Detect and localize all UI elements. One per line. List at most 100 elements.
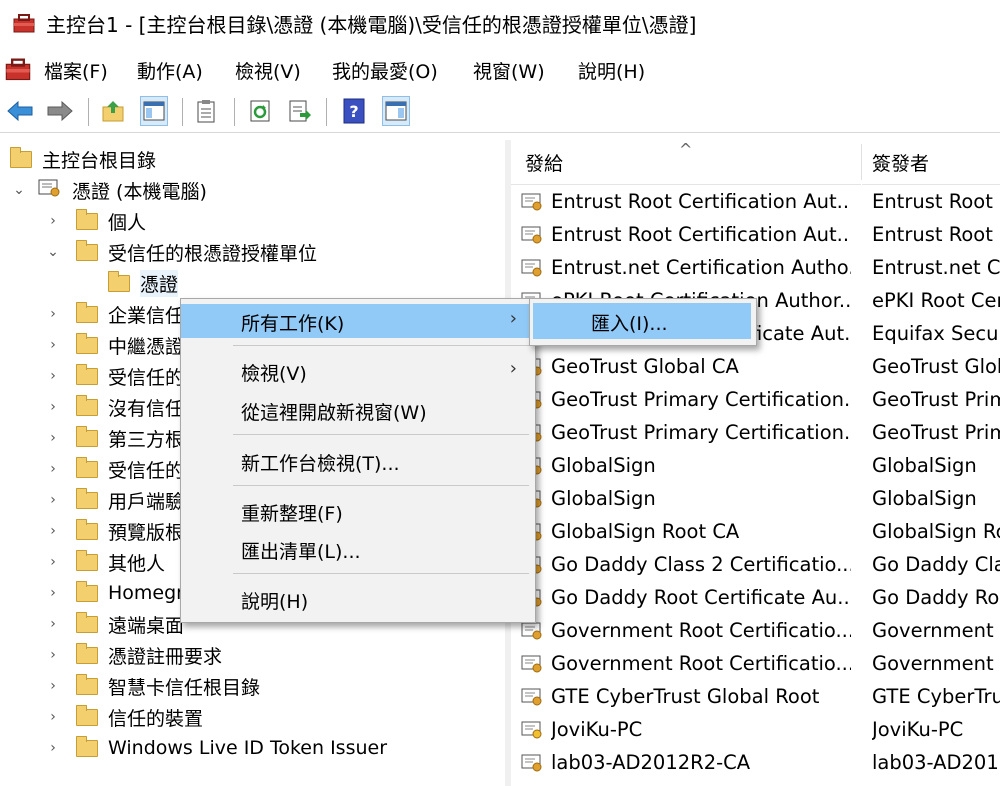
properties-icon[interactable] [192,96,220,126]
toolbar-separator [182,98,183,126]
ctx-view[interactable]: 檢視(V) › [181,354,535,388]
chevron-right-icon[interactable]: › [46,671,60,701]
chevron-right-icon[interactable]: › [46,454,60,484]
menu-file[interactable]: 檔案(F) [44,57,108,84]
ctx-all-tasks[interactable]: 所有工作(K) › [181,304,535,338]
certificate-row[interactable]: JoviKu-PC JoviKu-PC [511,714,1000,747]
tree-item-other-people[interactable]: › 其他人 [0,547,165,577]
chevron-right-icon[interactable]: › [46,485,60,515]
cell-issued-by: GlobalSign [872,454,977,477]
column-header-issued-by[interactable]: 簽發者 [862,140,1000,185]
tree-item-smart-card-trusted-roots[interactable]: › 智慧卡信任根目錄 [0,671,260,701]
certificate-row[interactable]: Entrust Root Certification Aut... Entrust… [511,186,1000,219]
certificate-icon [521,226,543,244]
cell-issued-to: Go Daddy Root Certificate Au... [551,586,851,609]
tree-item-remote-desktop[interactable]: › 遠端桌面 [0,609,184,639]
chevron-right-icon[interactable]: › [46,640,60,670]
refresh-icon[interactable] [246,96,274,126]
cell-issued-by: JoviKu-PC [872,718,964,741]
all-tasks-submenu: 匯入(I)... [529,298,757,346]
certificate-row[interactable]: GeoTrust Primary Certification... GeoTrus… [511,417,1000,450]
chevron-right-icon[interactable]: › [46,547,60,577]
certificate-row[interactable]: GeoTrust Global CA GeoTrust Global CA [511,351,1000,384]
cell-issued-to: Government Root Certificatio... [551,652,851,675]
tree-item-certificates[interactable]: 憑證 [0,268,179,298]
cell-issued-to: GeoTrust Primary Certification... [551,388,851,411]
certificate-row[interactable]: GlobalSign GlobalSign [511,450,1000,483]
ctx-new-window-from-here[interactable]: 從這裡開啟新視窗(W) [181,393,535,427]
chevron-right-icon[interactable]: › [46,330,60,360]
certificate-row[interactable]: GlobalSign GlobalSign [511,483,1000,516]
up-folder-icon[interactable] [100,96,128,126]
certificate-icon [521,193,543,211]
context-menu: 所有工作(K) › 檢視(V) › 從這裡開啟新視窗(W) 新工作台檢視(T).… [180,298,536,623]
chevron-right-icon[interactable]: › [46,578,60,608]
show-hide-tree-icon[interactable] [140,96,168,126]
cell-issued-by: GlobalSign Root CA [872,520,1000,543]
folder-icon [76,363,98,385]
ctx-new-taskpad-view[interactable]: 新工作台檢視(T)... [181,444,535,478]
tree-item-label: 智慧卡信任根目錄 [108,676,261,699]
chevron-right-icon[interactable]: › [46,392,60,422]
certificate-row[interactable]: Government Root Certificatio... Governmen… [511,615,1000,648]
certificate-row[interactable]: GlobalSign Root CA GlobalSign Root CA [511,516,1000,549]
chevron-right-icon[interactable]: › [46,299,60,329]
menu-window[interactable]: 視窗(W) [473,57,545,84]
ctx-help[interactable]: 說明(H) [181,582,535,616]
submenu-import[interactable]: 匯入(I)... [533,303,751,339]
cell-issued-to: lab03-AD2012R2-CA [551,751,751,774]
chevron-right-icon[interactable]: › [46,206,60,236]
certificate-row[interactable]: Go Daddy Class 2 Certificatio... Go Daddy… [511,549,1000,582]
forward-arrow-icon[interactable] [46,96,74,126]
certificate-row[interactable]: GTE CyberTrust Global Root GTE CyberTrust… [511,681,1000,714]
cell-issued-by: GeoTrust Primary Certification Authority [872,388,1000,411]
export-list-icon[interactable] [286,96,314,126]
certificate-row[interactable]: lab03-AD2012R2-CA lab03-AD2012R2-CA [511,747,1000,780]
folder-icon [76,239,98,261]
back-arrow-icon[interactable] [6,96,34,126]
tree-item-trusted-root-ca[interactable]: ⌄ 受信任的根憑證授權單位 [0,237,317,267]
cell-issued-to: Entrust Root Certification Aut... [551,190,851,213]
certificate-row[interactable]: Entrust Root Certification Aut... Entrust… [511,219,1000,252]
chevron-right-icon[interactable]: › [46,361,60,391]
chevron-right-icon[interactable]: › [46,702,60,732]
tree-item-trusted-people[interactable]: › 受信任的人 [0,454,203,484]
ctx-refresh[interactable]: 重新整理(F) [181,494,535,528]
tree-item-certificates-local-computer[interactable]: ⌄ 憑證 (本機電腦) [12,175,207,205]
tree-item-personal[interactable]: › 個人 [0,206,146,236]
certificate-row[interactable]: Entrust.net Certification Autho... Entrus… [511,252,1000,285]
tree-item-enterprise-trust[interactable]: › 企業信任 [0,299,184,329]
cell-issued-to: JoviKu-PC [551,718,643,741]
tree-item-certificate-enrollment-requests[interactable]: › 憑證註冊要求 [0,640,222,670]
chevron-down-icon[interactable]: ⌄ [46,237,60,267]
menu-help[interactable]: 說明(H) [578,57,645,84]
cell-issued-by: lab03-AD2012R2-CA [872,751,1000,774]
menu-separator [233,485,529,486]
column-header-issued-to[interactable]: 發給 ^ [511,140,861,185]
cell-issued-by: GlobalSign [872,487,977,510]
tree-item-windows-live-id-token-issuer[interactable]: › Windows Live ID Token Issuer [0,733,387,763]
chevron-down-icon[interactable]: ⌄ [12,175,26,205]
menu-view[interactable]: 檢視(V) [235,57,301,84]
folder-icon [76,208,98,230]
ctx-export-list[interactable]: 匯出清單(L)... [181,532,535,566]
folder-icon [76,611,98,633]
chevron-right-icon[interactable]: › [46,516,60,546]
chevron-right-icon[interactable]: › [46,609,60,639]
chevron-right-icon[interactable]: › [46,423,60,453]
tree-item-trusted-devices[interactable]: › 信任的裝置 [0,702,203,732]
mmc-toolbox-icon[interactable] [4,55,32,87]
menu-favorites[interactable]: 我的最愛(O) [332,57,438,84]
certificate-row[interactable]: Go Daddy Root Certificate Au... Go Daddy … [511,582,1000,615]
certificate-row[interactable]: GeoTrust Primary Certification... GeoTrus… [511,384,1000,417]
cell-issued-by: GeoTrust Primary Certification Authority… [872,421,1000,444]
menu-action[interactable]: 動作(A) [137,57,203,84]
tree-item-console-root[interactable]: 主控台根目錄 [10,144,156,174]
certificate-row[interactable]: Government Root Certificatio... Governmen… [511,648,1000,681]
certificate-list-pane[interactable]: 發給 ^ 簽發者 Entrust Root Certification Aut.… [511,140,1000,786]
help-icon[interactable]: ? [340,96,368,126]
cell-issued-by: Entrust Root Certification Authority - G… [872,223,1000,246]
chevron-right-icon[interactable]: › [46,733,60,763]
folder-icon [76,456,98,478]
show-action-pane-icon[interactable] [382,96,410,126]
